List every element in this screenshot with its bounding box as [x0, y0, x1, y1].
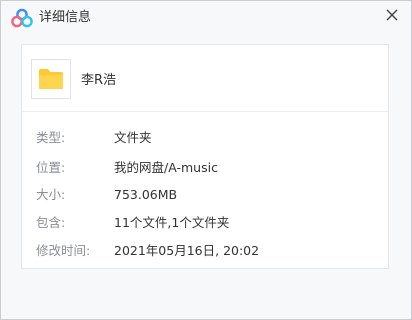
detail-label: 修改时间:	[36, 243, 91, 258]
detail-value: 我的网盘/A-music	[114, 160, 218, 175]
divider	[22, 111, 388, 112]
detail-row-size: 大小: 753.06MB	[22, 185, 388, 205]
dialog-title: 详细信息	[39, 10, 92, 25]
file-thumbnail	[31, 59, 71, 99]
title-bar: 详细信息	[1, 1, 411, 35]
detail-label: 包含:	[36, 215, 66, 230]
detail-value: 11个文件,1个文件夹	[114, 215, 230, 230]
detail-value: 文件夹	[114, 130, 152, 145]
detail-value: 753.06MB	[114, 187, 178, 202]
cloud-logo-icon	[11, 8, 33, 28]
file-name: 李R浩	[81, 73, 117, 88]
detail-row-modified: 修改时间: 2021年05月16日, 20:02	[22, 241, 388, 261]
details-dialog: 详细信息 李R浩 类型: 文件夹 位置: 我的网盘/A-music 大小: 75…	[0, 0, 412, 320]
detail-row-contents: 包含: 11个文件,1个文件夹	[22, 213, 388, 233]
detail-row-location: 位置: 我的网盘/A-music	[22, 158, 388, 178]
details-card: 李R浩 类型: 文件夹 位置: 我的网盘/A-music 大小: 753.06M…	[21, 44, 389, 269]
detail-value: 2021年05月16日, 20:02	[114, 243, 260, 258]
folder-icon	[39, 69, 63, 89]
detail-label: 大小:	[36, 187, 66, 202]
close-icon[interactable]	[381, 5, 403, 27]
detail-row-type: 类型: 文件夹	[22, 128, 388, 148]
detail-label: 位置:	[36, 160, 66, 175]
detail-label: 类型:	[36, 130, 66, 145]
